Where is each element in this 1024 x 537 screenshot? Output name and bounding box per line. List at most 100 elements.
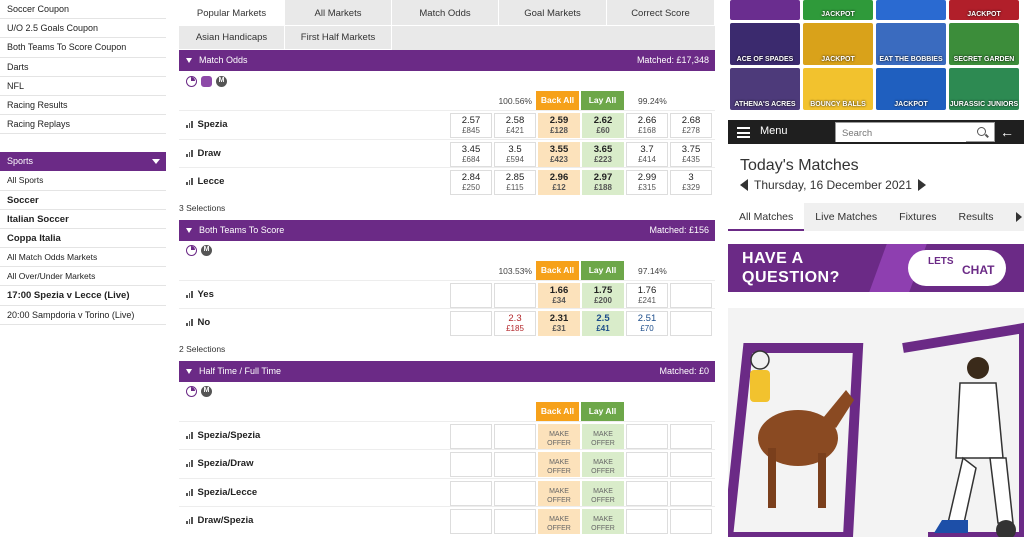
collapse-icon[interactable]	[186, 368, 192, 374]
pie-chart-icon[interactable]	[186, 386, 197, 397]
chart-bars-icon[interactable]	[186, 178, 193, 185]
sports-nav-item[interactable]: All Sports	[0, 171, 166, 191]
runner-name[interactable]: No	[186, 317, 210, 328]
back-price-cell[interactable]: 2.57 £845	[450, 113, 492, 138]
lay-price-cell[interactable]: MAKE OFFER	[582, 452, 624, 477]
sports-nav-item[interactable]: Soccer	[0, 191, 166, 210]
runner-name[interactable]: Draw/Spezia	[186, 515, 253, 526]
back-price-cell[interactable]: 2.3 £185	[494, 311, 536, 336]
chart-bars-icon[interactable]	[186, 488, 193, 496]
coins-icon[interactable]	[201, 75, 212, 87]
casino-game-tile[interactable]: ACE OF SPADES	[730, 23, 800, 65]
back-price-cell[interactable]	[450, 509, 492, 534]
chart-bars-icon[interactable]	[186, 460, 193, 467]
market-tab[interactable]: Match Odds	[392, 0, 499, 26]
match-tab[interactable]: Fixtures	[888, 203, 947, 231]
chart-bars-icon[interactable]	[186, 149, 193, 157]
lay-price-cell[interactable]	[626, 452, 668, 477]
runner-name[interactable]: Yes	[186, 289, 214, 300]
lay-price-cell[interactable]: MAKE OFFER	[582, 509, 624, 534]
market-tab[interactable]: Goal Markets	[499, 0, 607, 26]
lay-price-cell[interactable]	[626, 480, 668, 506]
question-banner[interactable]: HAVE A QUESTION? LETS CHAT	[728, 244, 1024, 292]
menu-label[interactable]: Menu	[760, 125, 788, 137]
back-price-cell[interactable]: MAKE OFFER	[538, 423, 580, 449]
back-all-button[interactable]: Back All	[536, 91, 579, 110]
pie-chart-icon[interactable]	[186, 245, 197, 256]
tabs-scroll-right-icon[interactable]	[1016, 212, 1022, 222]
lay-price-cell[interactable]: MAKE OFFER	[582, 480, 624, 506]
lay-all-button[interactable]: Lay All	[581, 260, 624, 280]
chart-bars-icon[interactable]	[186, 121, 193, 128]
back-price-cell[interactable]	[450, 480, 492, 506]
sports-nav-item[interactable]: 17:00 Spezia v Lecce (Live)	[0, 286, 166, 306]
casino-game-tile[interactable]: SECRET GARDEN	[949, 23, 1019, 65]
lay-price-cell[interactable]: 1.76 £241	[626, 282, 668, 308]
back-price-cell[interactable]	[494, 452, 536, 477]
lay-price-cell[interactable]	[670, 480, 712, 506]
sidebar-link[interactable]: U/O 2.5 Goals Coupon	[0, 19, 166, 39]
back-all-button[interactable]: Back All	[536, 401, 579, 421]
casino-game-tile[interactable]: JURASSIC JUNIORS	[949, 68, 1019, 110]
back-price-cell[interactable]: MAKE OFFER	[538, 452, 580, 477]
back-price-cell[interactable]: 2.85 £115	[494, 170, 536, 195]
match-tab[interactable]: Results	[948, 203, 1005, 231]
lay-price-cell[interactable]	[670, 509, 712, 534]
back-price-cell[interactable]	[450, 311, 492, 336]
market-tab[interactable]: Popular Markets	[179, 0, 285, 26]
next-day-icon[interactable]	[917, 179, 926, 191]
match-tab[interactable]: All Matches	[728, 203, 805, 231]
lay-all-button[interactable]: Lay All	[581, 401, 624, 421]
lay-price-cell[interactable]	[670, 282, 712, 308]
collapse-icon[interactable]	[186, 58, 192, 63]
lay-price-cell[interactable]: 3.65 £223	[582, 141, 624, 167]
pie-chart-icon[interactable]	[186, 75, 197, 87]
back-price-cell[interactable]	[494, 480, 536, 506]
lay-price-cell[interactable]: 2.51 £70	[626, 311, 668, 336]
lay-price-cell[interactable]: 1.75 £200	[582, 282, 624, 308]
lay-price-cell[interactable]: 2.97 £188	[582, 170, 624, 195]
chevron-down-icon[interactable]	[152, 159, 160, 165]
casino-game-tile[interactable]: BOUNCY BALLS	[803, 68, 873, 110]
back-price-cell[interactable]	[494, 509, 536, 534]
m-icon[interactable]: M	[201, 245, 212, 256]
casino-game-tile[interactable]	[730, 0, 800, 20]
hamburger-icon[interactable]	[737, 127, 750, 141]
back-price-cell[interactable]: 2.84 £250	[450, 170, 492, 195]
sidebar-link[interactable]: Both Teams To Score Coupon	[0, 38, 166, 58]
runner-name[interactable]: Spezia/Spezia	[186, 430, 260, 441]
lay-price-cell[interactable]: 2.68 £278	[670, 113, 712, 138]
back-price-cell[interactable]	[494, 282, 536, 308]
back-arrow-icon[interactable]: ←	[1000, 125, 1014, 139]
back-price-cell[interactable]	[450, 423, 492, 449]
sidebar-link[interactable]: Soccer Coupon	[0, 0, 166, 20]
chart-bars-icon[interactable]	[186, 517, 193, 524]
market-tab[interactable]: Asian Handicaps	[179, 26, 285, 50]
lay-price-cell[interactable]: 2.66 £168	[626, 113, 668, 138]
lay-price-cell[interactable]: 2.62 £60	[582, 113, 624, 138]
back-price-cell[interactable]	[450, 452, 492, 477]
sports-nav-item[interactable]: Coppa Italia	[0, 229, 166, 249]
market-tab[interactable]: All Markets	[285, 0, 392, 26]
runner-name[interactable]: Draw	[186, 148, 221, 159]
back-price-cell[interactable]: 2.96 £12	[538, 170, 580, 195]
lay-price-cell[interactable]: MAKE OFFER	[582, 423, 624, 449]
casino-game-tile[interactable]: JACKPOT	[803, 23, 873, 65]
sports-nav-item[interactable]: Italian Soccer	[0, 210, 166, 229]
lay-price-cell[interactable]: 2.5 £41	[582, 311, 624, 336]
back-price-cell[interactable]: 2.58 £421	[494, 113, 536, 138]
back-price-cell[interactable]: 2.31 £31	[538, 311, 580, 336]
market-tab[interactable]: Correct Score	[607, 0, 715, 26]
runner-name[interactable]: Spezia/Draw	[186, 458, 253, 469]
casino-game-tile[interactable]: JACKPOT	[803, 0, 873, 20]
casino-game-tile[interactable]: JACKPOT	[876, 68, 946, 110]
match-tab[interactable]: Live Matches	[804, 203, 888, 231]
sidebar-link[interactable]: NFL	[0, 77, 166, 96]
back-price-cell[interactable]: 3.5 £594	[494, 141, 536, 167]
lay-price-cell[interactable]: 3.75 £435	[670, 141, 712, 167]
sports-nav-item[interactable]: 20:00 Sampdoria v Torino (Live)	[0, 306, 166, 325]
chart-bars-icon[interactable]	[186, 290, 193, 298]
back-all-button[interactable]: Back All	[536, 260, 579, 280]
market-tab[interactable]: First Half Markets	[285, 26, 392, 50]
back-price-cell[interactable]	[494, 423, 536, 449]
